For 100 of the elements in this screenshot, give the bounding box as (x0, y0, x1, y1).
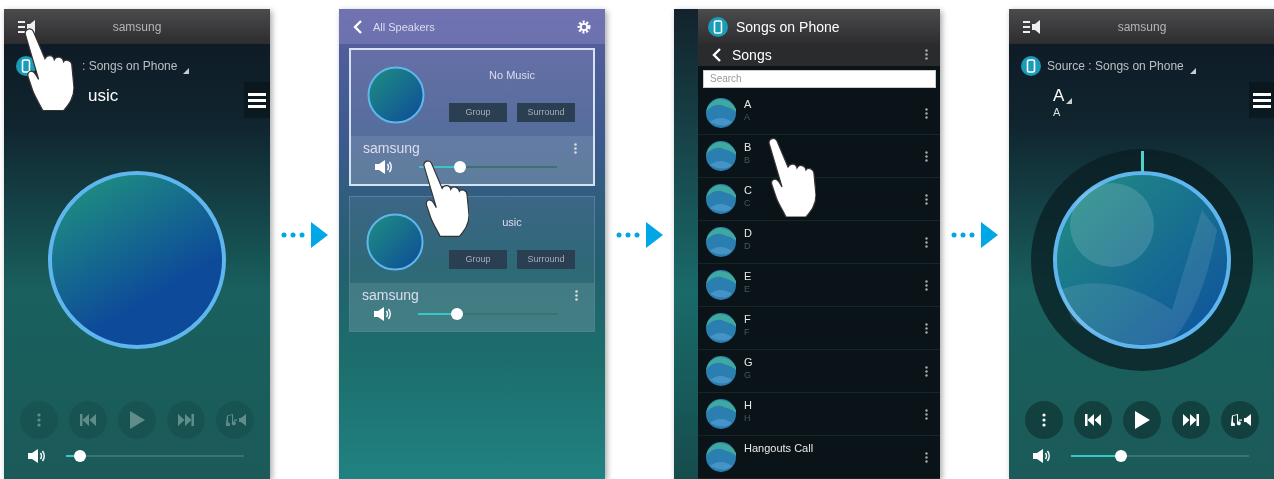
play-icon (1134, 411, 1150, 429)
song-title: H (744, 399, 752, 411)
song-title: F (744, 313, 751, 325)
song-row[interactable]: F F (698, 307, 940, 350)
next-button[interactable] (1172, 401, 1210, 439)
album-art (367, 66, 425, 124)
volume-slider-thumb[interactable] (451, 308, 464, 320)
song-artist: H (744, 413, 752, 423)
previous-icon (80, 414, 96, 426)
music-to-speaker-button[interactable] (1221, 401, 1259, 439)
more-options-icon (1042, 413, 1046, 427)
volume-icon[interactable] (28, 449, 46, 463)
next-icon (1183, 414, 1199, 426)
more-options-icon[interactable] (925, 408, 928, 420)
track-artist: A (1053, 106, 1062, 118)
more-options-icon[interactable] (925, 322, 928, 334)
song-artist: B (744, 155, 751, 165)
search-field[interactable]: Search (703, 69, 936, 88)
volume-icon[interactable] (1033, 449, 1051, 463)
track-title: A (1053, 86, 1065, 106)
more-options-icon[interactable] (925, 236, 928, 248)
speaker-name: samsung (363, 140, 420, 156)
playback-status: usic (502, 215, 522, 228)
album-thumbnail (706, 184, 736, 214)
album-thumbnail (706, 141, 736, 171)
source-selector[interactable]: : Songs on Phone (82, 59, 178, 73)
phone-source-icon[interactable] (1021, 56, 1041, 76)
mode-button[interactable]: Group (449, 102, 507, 122)
song-title: Hangouts Call (744, 442, 814, 454)
play-button[interactable] (1123, 401, 1161, 439)
volume-slider-thumb[interactable] (454, 161, 467, 173)
album-thumbnail (706, 270, 736, 300)
album-thumbnail (706, 227, 736, 257)
song-artist: F (744, 327, 751, 337)
more-options-icon[interactable] (925, 193, 928, 205)
song-artist: E (744, 284, 751, 294)
source-selector[interactable]: Source : Songs on Phone (1047, 59, 1184, 73)
song-title: D (744, 227, 752, 239)
dotted-arrow-icon (951, 222, 999, 248)
menu-button[interactable] (1249, 82, 1274, 118)
caret-icon (1189, 68, 1196, 74)
album-thumbnail (706, 313, 736, 343)
more-options-button[interactable] (1025, 401, 1063, 439)
next-icon (178, 414, 194, 426)
song-row[interactable]: H H (698, 393, 940, 436)
album-thumbnail (706, 98, 736, 128)
more-options-icon[interactable] (925, 49, 928, 61)
dotted-arrow-icon (281, 222, 329, 248)
speaker-card[interactable]: usic Group Surround samsung (349, 196, 595, 332)
music-to-speaker-icon (224, 414, 246, 426)
dotted-arrow-icon (616, 222, 664, 248)
album-art (366, 213, 424, 271)
more-options-icon[interactable] (925, 107, 928, 119)
volume-slider-thumb[interactable] (1114, 450, 1127, 462)
album-thumbnail (706, 399, 736, 429)
album-thumbnail (706, 442, 736, 472)
more-options-icon[interactable] (925, 279, 928, 291)
settings-icon[interactable] (577, 19, 591, 34)
back-chevron-icon[interactable] (712, 47, 722, 62)
more-options-icon[interactable] (575, 289, 578, 301)
song-title: G (744, 356, 753, 368)
volume-icon[interactable] (375, 160, 393, 174)
phone-source-icon (708, 16, 728, 37)
song-row[interactable]: Hangouts Call (698, 436, 940, 479)
more-options-icon (37, 413, 41, 427)
speaker-name: samsung (362, 287, 419, 303)
song-artist: D (744, 241, 752, 251)
menu-icon (248, 92, 266, 108)
speaker-list-icon[interactable] (1023, 20, 1041, 34)
track-title: usic (88, 86, 119, 106)
previous-icon (1085, 414, 1101, 426)
song-row[interactable]: E E (698, 264, 940, 307)
song-artist: A (744, 112, 751, 122)
more-options-icon[interactable] (925, 451, 928, 463)
music-to-speaker-icon (1229, 414, 1251, 426)
caret-icon (183, 68, 190, 74)
list-title: Songs (732, 46, 772, 63)
song-artist: C (744, 198, 752, 208)
previous-button[interactable] (1074, 401, 1112, 439)
volume-icon[interactable] (374, 307, 392, 321)
screen-title: All Speakers (373, 20, 435, 33)
speaker-card[interactable]: No Music Group Surround samsung (349, 48, 595, 186)
song-title: A (744, 98, 752, 110)
mode-button[interactable]: Group (449, 249, 507, 269)
more-options-icon[interactable] (925, 150, 928, 162)
song-row[interactable]: D D (698, 221, 940, 264)
song-title: B (744, 141, 752, 153)
speaker-name: samsung (112, 19, 162, 34)
mode-button[interactable]: Surround (517, 102, 575, 122)
more-options-icon[interactable] (925, 365, 928, 377)
speaker-name: samsung (1117, 19, 1167, 34)
playback-status: No Music (489, 68, 535, 81)
song-row[interactable]: G G (698, 350, 940, 393)
mode-button[interactable]: Surround (517, 249, 575, 269)
menu-icon (1253, 92, 1271, 108)
volume-slider-thumb[interactable] (74, 450, 87, 462)
source-title: Songs on Phone (736, 18, 840, 35)
song-row[interactable]: A A (698, 92, 940, 135)
progress-marker (1141, 150, 1144, 173)
menu-button[interactable] (244, 82, 270, 118)
